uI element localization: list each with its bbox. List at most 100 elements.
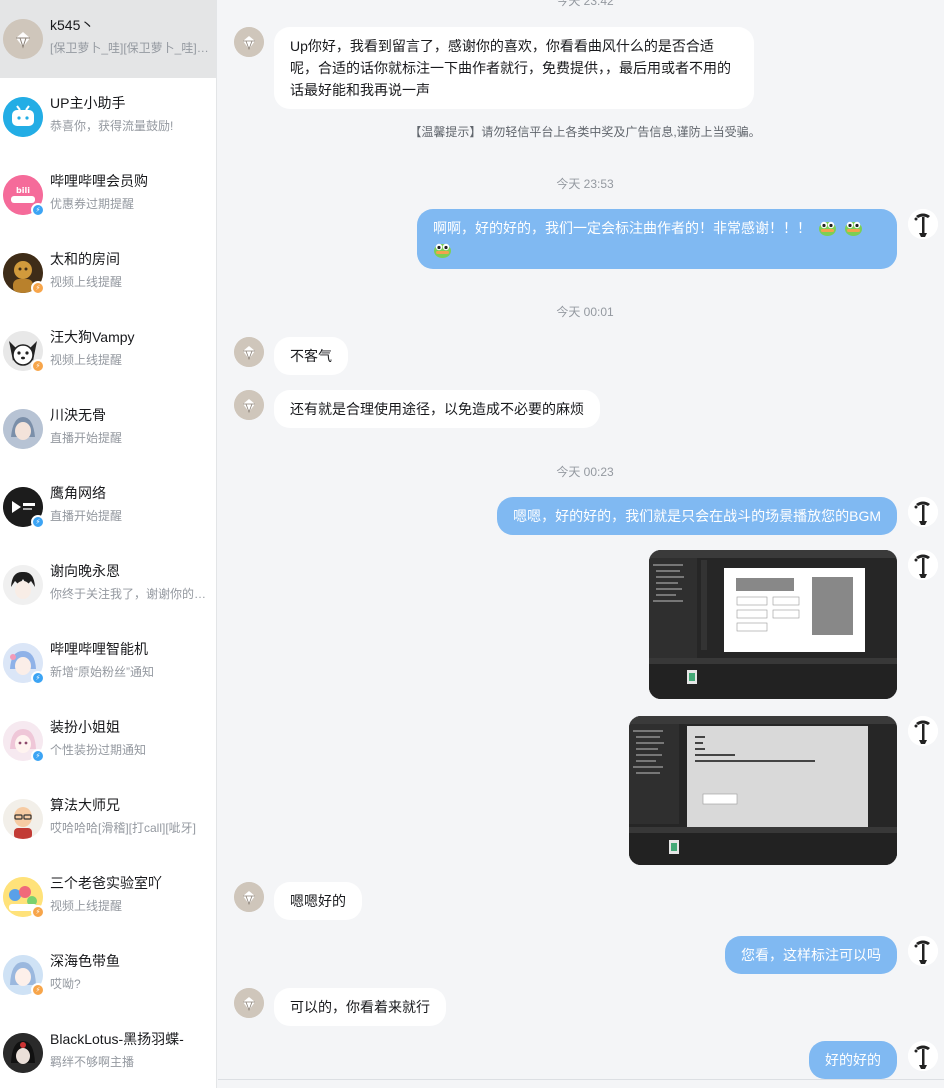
diamond-avatar-icon[interactable] — [234, 27, 264, 57]
svg-text:bili: bili — [16, 186, 30, 195]
lightning-badge-icon: ⚡ — [31, 281, 45, 295]
conversation-item[interactable]: ⚡ 鹰角网络 直播开始提醒 — [0, 468, 216, 546]
image-message[interactable] — [649, 550, 897, 699]
message-bubble[interactable]: 不客气 — [274, 337, 348, 375]
verified-badge-icon: ⚡ — [31, 749, 45, 763]
conversation-item[interactable]: BlackLotus-黑扬羽蝶- 羁绊不够啊主播 — [0, 1014, 216, 1088]
anime-boy-avatar-icon — [3, 565, 43, 605]
frog-emoji-icon — [818, 218, 837, 237]
conversation-name: 鹰角网络 — [50, 485, 106, 501]
conversation-preview: 你终于关注我了，谢谢你的关注 — [50, 587, 210, 601]
conversation-item[interactable]: 算法大师兄 哎哈哈哈[滑稽][打call][呲牙] — [0, 780, 216, 858]
chat-panel: 今天 23:42 Up你好，我看到留言了，感谢你的喜欢，你看看曲风什么的是否合适… — [218, 0, 944, 1088]
conversation-item[interactable]: ⚡ 三个老爸实验室吖 视频上线提醒 — [0, 858, 216, 936]
anime-character-avatar-icon[interactable] — [908, 716, 938, 746]
tv-mascot-icon — [3, 97, 43, 137]
conversation-name: 装扮小姐姐 — [50, 719, 120, 735]
message-bubble[interactable]: 好的好的 — [809, 1041, 897, 1079]
lightning-badge-icon: ⚡ — [31, 983, 45, 997]
conversation-name: k545丶 — [50, 17, 95, 33]
timestamp: 今天 23:53 — [556, 177, 614, 191]
conversation-preview: 羁绊不够啊主播 — [50, 1055, 135, 1069]
conversation-item[interactable]: ⚡ 深海色带鱼 哎呦? — [0, 936, 216, 1014]
verified-badge-icon: ⚡ — [31, 671, 45, 685]
message-bubble[interactable]: 您看，这样标注可以吗 — [725, 936, 897, 974]
conversation-preview: 视频上线提醒 — [50, 353, 123, 367]
message-bubble[interactable]: 还有就是合理使用途径，以免造成不必要的麻烦 — [274, 390, 600, 428]
message-bubble[interactable]: 可以的，你看着来就行 — [274, 988, 446, 1026]
warning-notice: 【温馨提示】请勿轻信平台上各类中奖及广告信息,谨防上当受骗。 — [409, 125, 761, 139]
lightning-badge-icon: ⚡ — [31, 905, 45, 919]
conversation-preview: 个性装扮过期通知 — [50, 743, 147, 757]
conversation-name: 汪大狗Vampy — [50, 329, 135, 345]
conversation-preview: 新增“原始粉丝”通知 — [50, 665, 154, 679]
verified-badge-icon: ⚡ — [31, 515, 45, 529]
anime-character-avatar-icon[interactable] — [908, 497, 938, 527]
conversation-item[interactable]: 谢向晚永恩 你终于关注我了，谢谢你的关注 — [0, 546, 216, 624]
message-bubble[interactable]: 啊啊，好的好的，我们一定会标注曲作者的！非常感谢！！！ — [417, 209, 897, 269]
avatar: ⚡ — [3, 721, 45, 763]
image-message[interactable] — [629, 716, 897, 865]
diamond-avatar-icon[interactable] — [234, 337, 264, 367]
conversation-item[interactable]: ⚡ 哔哩哔哩智能机 新增“原始粉丝”通知 — [0, 624, 216, 702]
conversation-preview: 视频上线提醒 — [50, 899, 123, 913]
avatar: ⚡ — [3, 331, 45, 373]
diamond-avatar-icon[interactable] — [234, 390, 264, 420]
message-bubble[interactable]: 嗯嗯，好的好的，我们就是只会在战斗的场景播放您的BGM — [497, 497, 897, 535]
anime-girl-avatar-icon — [3, 409, 43, 449]
conversation-name: 深海色带鱼 — [50, 953, 120, 969]
conversation-preview: 直播开始提醒 — [50, 431, 123, 445]
conversation-name: BlackLotus-黑扬羽蝶- — [50, 1031, 184, 1047]
conversation-name: 算法大师兄 — [50, 797, 120, 813]
anime-character-avatar-icon[interactable] — [908, 1041, 938, 1071]
conversation-preview: [保卫萝卜_哇][保卫萝卜_哇][保卫萝卜_哇] — [50, 41, 210, 55]
diamond-avatar-icon[interactable] — [234, 988, 264, 1018]
anime-character-avatar-icon[interactable] — [908, 550, 938, 580]
message-bubble[interactable]: 嗯嗯好的 — [274, 882, 362, 920]
editor-screenshot-image — [629, 716, 897, 865]
conversation-name: 川泱无骨 — [50, 407, 106, 423]
avatar — [3, 565, 43, 605]
avatar: ⚡ — [3, 253, 45, 295]
avatar — [3, 97, 43, 137]
conversation-name: 谢向晚永恩 — [50, 563, 120, 579]
dark-character-avatar-icon — [3, 1033, 43, 1073]
conversation-name: UP主小助手 — [50, 95, 126, 111]
conversation-preview: 优惠券过期提醒 — [50, 197, 135, 211]
conversation-item[interactable]: bili ⚡ 哔哩哔哩会员购 优惠券过期提醒 — [0, 156, 216, 234]
anime-character-avatar-icon[interactable] — [908, 936, 938, 966]
message-bubble[interactable]: Up你好，我看到留言了，感谢你的喜欢，你看看曲风什么的是否合适呢，合适的话你就标… — [274, 27, 754, 109]
conversation-item[interactable]: 川泱无骨 直播开始提醒 — [0, 390, 216, 468]
frog-emoji-icon — [433, 240, 452, 259]
message-text: 啊啊，好的好的，我们一定会标注曲作者的！非常感谢！！！ — [433, 220, 811, 236]
input-area-divider — [218, 1079, 944, 1088]
conversation-list: k545丶 [保卫萝卜_哇][保卫萝卜_哇][保卫萝卜_哇] UP主小助手 恭喜… — [0, 0, 217, 1088]
avatar — [3, 19, 43, 59]
conversation-item[interactable]: ⚡ 太和的房间 视频上线提醒 — [0, 234, 216, 312]
conversation-item[interactable]: ⚡ 汪大狗Vampy 视频上线提醒 — [0, 312, 216, 390]
diamond-avatar-icon[interactable] — [234, 882, 264, 912]
editor-screenshot-image — [649, 550, 897, 699]
timestamp: 今天 23:42 — [556, 0, 614, 8]
conversation-item[interactable]: k545丶 [保卫萝卜_哇][保卫萝卜_哇][保卫萝卜_哇] — [0, 0, 216, 78]
conversation-preview: 哎哈哈哈[滑稽][打call][呲牙] — [50, 821, 197, 835]
avatar: ⚡ — [3, 877, 45, 919]
avatar — [3, 799, 43, 839]
anime-character-avatar-icon[interactable] — [908, 209, 938, 239]
conversation-preview: 视频上线提醒 — [50, 275, 123, 289]
conversation-item[interactable]: ⚡ 装扮小姐姐 个性装扮过期通知 — [0, 702, 216, 780]
verified-badge-icon: ⚡ — [31, 203, 45, 217]
frog-emoji-icon — [844, 218, 863, 237]
conversation-preview: 恭喜你，获得流量鼓励! — [50, 119, 174, 133]
conversation-preview: 直播开始提醒 — [50, 509, 123, 523]
avatar — [3, 409, 43, 449]
conversation-name: 太和的房间 — [50, 251, 120, 267]
conversation-name: 哔哩哔哩智能机 — [50, 641, 148, 657]
conversation-name: 哔哩哔哩会员购 — [50, 173, 148, 189]
timestamp: 今天 00:01 — [556, 305, 614, 319]
conversation-name: 三个老爸实验室吖 — [50, 875, 162, 891]
diamond-avatar-icon — [3, 19, 43, 59]
conversation-item[interactable]: UP主小助手 恭喜你，获得流量鼓励! — [0, 78, 216, 156]
avatar: ⚡ — [3, 487, 45, 529]
conversation-preview: 哎呦? — [50, 977, 81, 991]
